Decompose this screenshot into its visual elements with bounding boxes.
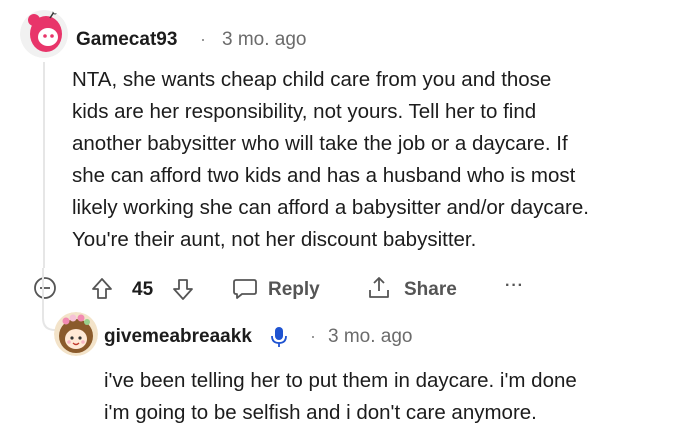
downvote-arrow-icon: [173, 279, 193, 300]
snoo-avatar-icon: [54, 312, 98, 356]
separator-dot: ·: [200, 29, 206, 49]
reply-line: i've been telling her to put them in day…: [104, 369, 577, 392]
reply-button[interactable]: [232, 277, 258, 306]
share-button[interactable]: [367, 275, 391, 306]
avatar[interactable]: [20, 10, 68, 58]
comment-body: NTA, she wants cheap child care from you…: [72, 64, 589, 256]
upvote-button[interactable]: [91, 277, 113, 306]
reply-label[interactable]: Reply: [268, 279, 320, 301]
comment-line: NTA, she wants cheap child care from you…: [72, 68, 552, 91]
reply-username[interactable]: givemeabreaakk: [104, 326, 252, 348]
vote-count: 45: [132, 279, 154, 300]
upvote-arrow-icon: [92, 278, 112, 299]
reply-body: i've been telling her to put them in day…: [104, 365, 577, 429]
comment-username[interactable]: Gamecat93: [76, 29, 177, 51]
downvote-button[interactable]: [172, 277, 194, 306]
comment-line: another babysitter who will take the job…: [72, 132, 568, 155]
comment-line: she can afford two kids and has a husban…: [72, 164, 576, 187]
thread-line[interactable]: [43, 62, 45, 268]
snoo-avatar-icon: [20, 10, 68, 58]
comment-line: likely working she can afford a babysitt…: [72, 196, 589, 219]
avatar[interactable]: [54, 312, 98, 356]
share-icon: [369, 277, 389, 298]
comment-bubble-icon: [233, 279, 257, 299]
more-options-button[interactable]: ···: [505, 277, 524, 295]
comment-line: kids are her responsibility, not yours. …: [72, 100, 537, 123]
comment-timestamp: 3 mo. ago: [222, 29, 307, 50]
share-label[interactable]: Share: [404, 279, 457, 301]
comment-line: You're their aunt, not her discount baby…: [72, 228, 477, 251]
reply-timestamp: 3 mo. ago: [328, 326, 413, 347]
microphone-icon: [270, 325, 288, 354]
separator-dot: ·: [310, 326, 316, 346]
reply-line: i'm going to be selfish and i don't care…: [104, 401, 537, 424]
